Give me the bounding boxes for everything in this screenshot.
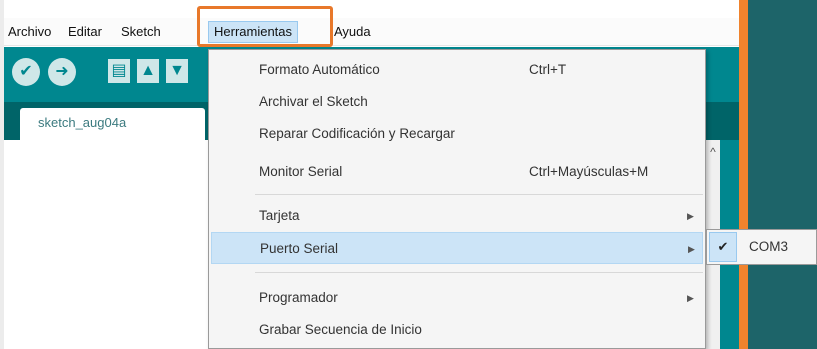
checkmark-icon: ✔: [709, 232, 737, 262]
menu-item-grabar-secuencia[interactable]: Grabar Secuencia de Inicio: [211, 314, 703, 346]
menu-editar[interactable]: Editar: [64, 18, 106, 46]
menu-separator: [255, 194, 703, 195]
menu-item-monitor-serial[interactable]: Monitor Serial Ctrl+Mayúsculas+M: [211, 156, 703, 188]
open-icon: ▲: [140, 62, 156, 79]
new-button[interactable]: ▤: [108, 59, 130, 83]
puerto-serial-submenu: ✔ COM3: [706, 229, 817, 265]
chevron-up-icon[interactable]: ^: [705, 144, 721, 160]
menu-item-programador[interactable]: Programador ▶: [211, 282, 703, 314]
annotation-orange-bar: [739, 0, 748, 349]
open-button[interactable]: ▲: [137, 59, 159, 83]
upload-icon: ➜: [55, 63, 69, 80]
menu-item-shortcut: Ctrl+Mayúsculas+M: [529, 164, 649, 179]
menu-ayuda[interactable]: Ayuda: [330, 18, 375, 46]
menu-archivo[interactable]: Archivo: [4, 18, 55, 46]
menu-item-label: Monitor Serial: [259, 164, 343, 179]
upload-button[interactable]: ➜: [48, 58, 76, 86]
submenu-arrow-icon: ▶: [688, 244, 695, 254]
window-left-edge: [0, 0, 4, 349]
menu-item-label: Formato Automático: [259, 62, 380, 77]
herramientas-dropdown: Formato Automático Ctrl+T Archivar el Sk…: [208, 49, 706, 349]
menu-sketch[interactable]: Sketch: [117, 18, 207, 46]
submenu-item-label: COM3: [749, 239, 789, 254]
menu-item-label: Tarjeta: [259, 208, 300, 223]
window-top-strip: [0, 0, 739, 18]
menu-item-formato-automatico[interactable]: Formato Automático Ctrl+T: [211, 54, 703, 86]
submenu-item-com3[interactable]: ✔ COM3: [707, 230, 816, 264]
menu-item-shortcut: Ctrl+T: [529, 62, 567, 77]
menu-item-label: Reparar Codificación y Recargar: [259, 126, 455, 141]
menu-bar: Archivo Editar Sketch Herramientas Ayuda: [4, 18, 739, 46]
menu-item-label: Archivar el Sketch: [259, 94, 368, 109]
menu-item-tarjeta[interactable]: Tarjeta ▶: [211, 200, 703, 232]
verify-button[interactable]: ✔: [12, 58, 40, 86]
menu-item-label: Programador: [259, 290, 338, 305]
menu-separator: [255, 272, 703, 273]
submenu-arrow-icon: ▶: [687, 211, 694, 221]
new-icon: ▤: [111, 62, 127, 79]
menu-item-puerto-serial[interactable]: Puerto Serial ▶: [211, 232, 703, 264]
tab-sketch[interactable]: sketch_aug04a: [20, 108, 205, 140]
save-icon: ▼: [169, 62, 185, 79]
background-panel: [748, 0, 817, 349]
submenu-arrow-icon: ▶: [687, 293, 694, 303]
save-button[interactable]: ▼: [166, 59, 188, 83]
menu-item-archivar-sketch[interactable]: Archivar el Sketch: [211, 86, 703, 118]
arduino-ide-window: Archivo Editar Sketch Herramientas Ayuda…: [0, 0, 817, 349]
annotation-highlight-box: [197, 6, 333, 47]
menu-item-label: Grabar Secuencia de Inicio: [259, 322, 422, 337]
menu-item-label: Puerto Serial: [260, 241, 339, 256]
verify-icon: ✔: [19, 63, 33, 80]
menu-item-reparar-codificacion[interactable]: Reparar Codificación y Recargar: [211, 118, 703, 150]
